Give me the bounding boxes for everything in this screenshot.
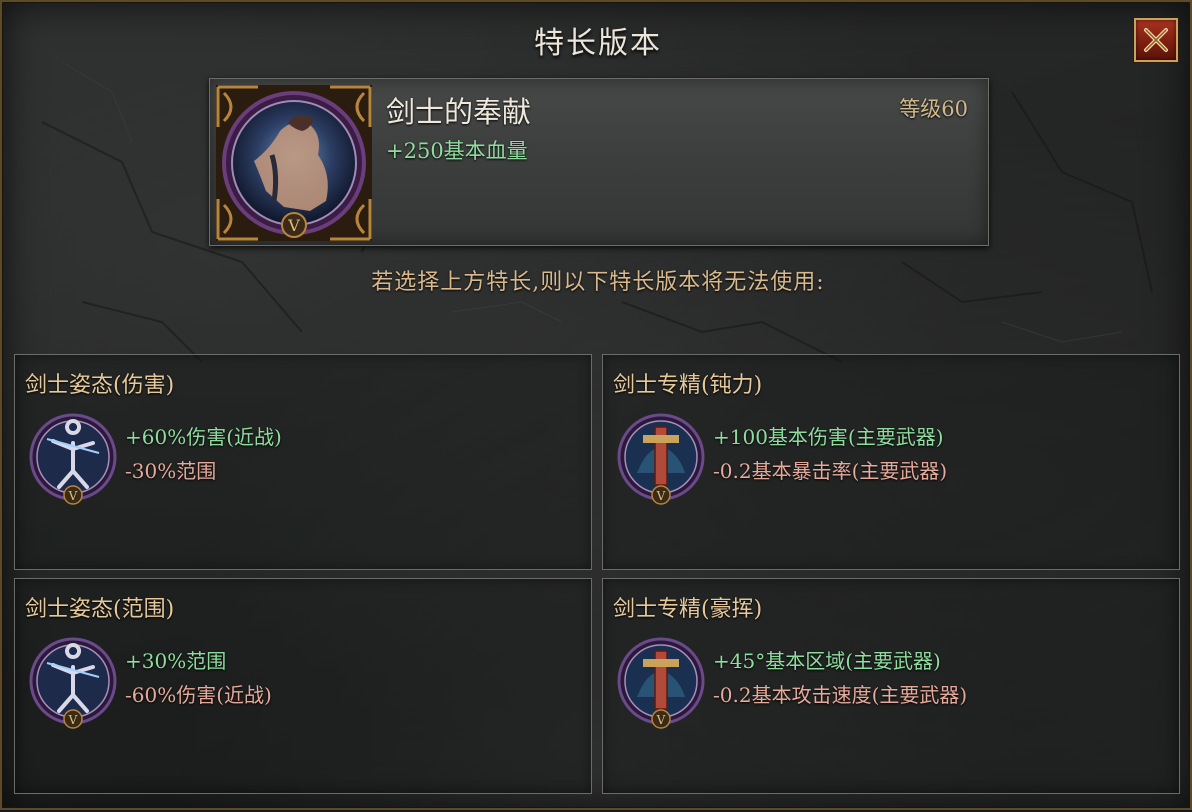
dialog-title: 特长版本 — [534, 26, 662, 61]
talent-level: 等级60 — [899, 97, 968, 121]
svg-text:V: V — [68, 489, 78, 503]
variant-bonus: +100基本伤害(主要武器) — [713, 425, 944, 449]
variant-title: 剑士专精(豪挥) — [613, 597, 763, 622]
variant-bonus: +30%范围 — [125, 649, 227, 673]
variant-penalty: -0.2基本攻击速度(主要武器) — [713, 683, 968, 707]
swordsman-stance-icon: V — [29, 413, 117, 505]
svg-text:V: V — [656, 713, 666, 727]
variant-title: 剑士专精(钝力) — [613, 373, 763, 398]
svg-text:V: V — [68, 713, 78, 727]
variant-card[interactable]: 剑士专精(豪挥) V +45°基本区域(主要武器) -0.2基本攻击速度(主要武… — [602, 578, 1180, 794]
talent-bonus: +250基本血量 — [386, 139, 528, 163]
variant-penalty: -60%伤害(近战) — [125, 683, 272, 707]
close-button[interactable] — [1134, 18, 1178, 62]
variant-bonus: +45°基本区域(主要武器) — [713, 649, 941, 673]
exclusivity-notice: 若选择上方特长,则以下特长版本将无法使用: — [371, 270, 825, 295]
swordsman-portrait-icon: V — [216, 85, 372, 241]
variant-card[interactable]: 剑士专精(钝力) V +100基本伤害(主要武器) -0.2基本暴击率(主要武器… — [602, 354, 1180, 570]
variant-penalty: -30%范围 — [125, 459, 217, 483]
svg-text:V: V — [656, 489, 666, 503]
variant-card[interactable]: 剑士姿态(范围) V +30%范围 -60%伤害(近战) — [14, 578, 592, 794]
variant-penalty: -0.2基本暴击率(主要武器) — [713, 459, 948, 483]
variant-title: 剑士姿态(范围) — [25, 597, 175, 622]
swordsman-mastery-icon: V — [617, 413, 705, 505]
svg-text:V: V — [287, 216, 300, 235]
variant-title: 剑士姿态(伤害) — [25, 373, 175, 398]
talent-version-dialog: 特长版本 V 剑士的奉献 等级60 +250基本血量 若选择上方特长,则以下特长… — [0, 0, 1192, 810]
swordsman-mastery-icon: V — [617, 637, 705, 729]
variant-bonus: +60%伤害(近战) — [125, 425, 282, 449]
talent-name: 剑士的奉献 — [386, 95, 532, 129]
selected-talent-card[interactable]: V 剑士的奉献 等级60 +250基本血量 — [209, 78, 989, 246]
swordsman-stance-icon: V — [29, 637, 117, 729]
close-x-icon — [1144, 28, 1168, 52]
variant-card[interactable]: 剑士姿态(伤害) V +60%伤害(近战) -30%范围 — [14, 354, 592, 570]
